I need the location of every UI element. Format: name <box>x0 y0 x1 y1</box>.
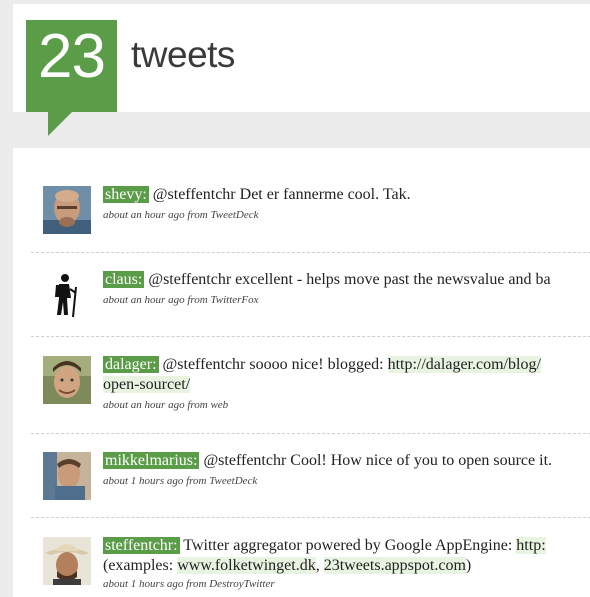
tweet-body: @steffentchr soooo nice! blogged: <box>162 356 388 373</box>
divider <box>31 336 590 337</box>
tweet-link-23tweets[interactable]: 23tweets.appspot.com <box>323 557 466 574</box>
tweet-meta: about 1 hours ago from TweetDeck <box>103 475 258 487</box>
tweet-meta: about an hour ago from TweetDeck <box>103 209 259 221</box>
avatar-shevy[interactable] <box>43 186 91 234</box>
tweet-link-continued[interactable]: open-sourcet/ <box>103 376 191 393</box>
avatar-claus[interactable] <box>43 271 91 319</box>
tweet-body: @steffentchr excellent - helps move past… <box>148 271 551 288</box>
divider <box>31 517 590 518</box>
tweet-body: Twitter aggregator powered by Google App… <box>183 537 517 554</box>
tweet-username[interactable]: shevy: <box>103 186 149 203</box>
tweet-link-folketwinget[interactable]: www.folketwinget.dk <box>177 557 316 574</box>
tweet-text-continued: (examples: www.folketwinget.dk, 23tweets… <box>103 555 590 577</box>
site-title[interactable]: tweets <box>131 33 235 77</box>
tweet-username[interactable]: claus: <box>103 271 145 288</box>
logo-speech-tail <box>48 112 72 136</box>
tweet-text: claus: @steffentchr excellent - helps mo… <box>103 269 590 291</box>
tweet-link[interactable]: http://dalager.com/blog/ <box>387 356 541 373</box>
hiker-icon <box>43 271 91 319</box>
divider <box>31 433 590 434</box>
tweet-meta: about 1 hours ago from DestroyTwitter <box>103 578 275 590</box>
tweet-text: steffentchr: Twitter aggregator powered … <box>103 535 590 557</box>
avatar-steffentchr[interactable] <box>43 537 91 585</box>
tweet-body: @steffentchr Det er fannerme cool. Tak. <box>152 186 411 203</box>
tweet-body: @steffentchr Cool! How nice of you to op… <box>203 452 553 469</box>
tweet-body-separator: , <box>315 557 324 574</box>
tweet-text: mikkelmarius: @steffentchr Cool! How nic… <box>103 450 590 472</box>
divider <box>31 252 590 253</box>
tweet-text: shevy: @steffentchr Det er fannerme cool… <box>103 184 590 206</box>
tweet-body-prefix: (examples: <box>103 557 178 574</box>
tweet-feed: shevy: @steffentchr Det er fannerme cool… <box>13 148 590 597</box>
tweet-body-suffix: ) <box>465 557 472 574</box>
avatar-dalager[interactable] <box>43 356 91 404</box>
tweet-meta: about an hour ago from web <box>103 399 229 411</box>
tweet-text: dalager: @steffentchr soooo nice! blogge… <box>103 354 590 376</box>
logo-number[interactable]: 23 <box>26 25 117 89</box>
tweet-link[interactable]: http: <box>516 537 546 554</box>
tweet-username[interactable]: mikkelmarius: <box>103 452 200 469</box>
tweet-meta: about an hour ago from TwitterFox <box>103 294 259 306</box>
tweet-username[interactable]: dalager: <box>103 356 159 373</box>
tweet-username[interactable]: steffentchr: <box>103 537 180 554</box>
avatar-mikkelmarius[interactable] <box>43 452 91 500</box>
tweet-text-continued: open-sourcet/ <box>103 374 590 396</box>
